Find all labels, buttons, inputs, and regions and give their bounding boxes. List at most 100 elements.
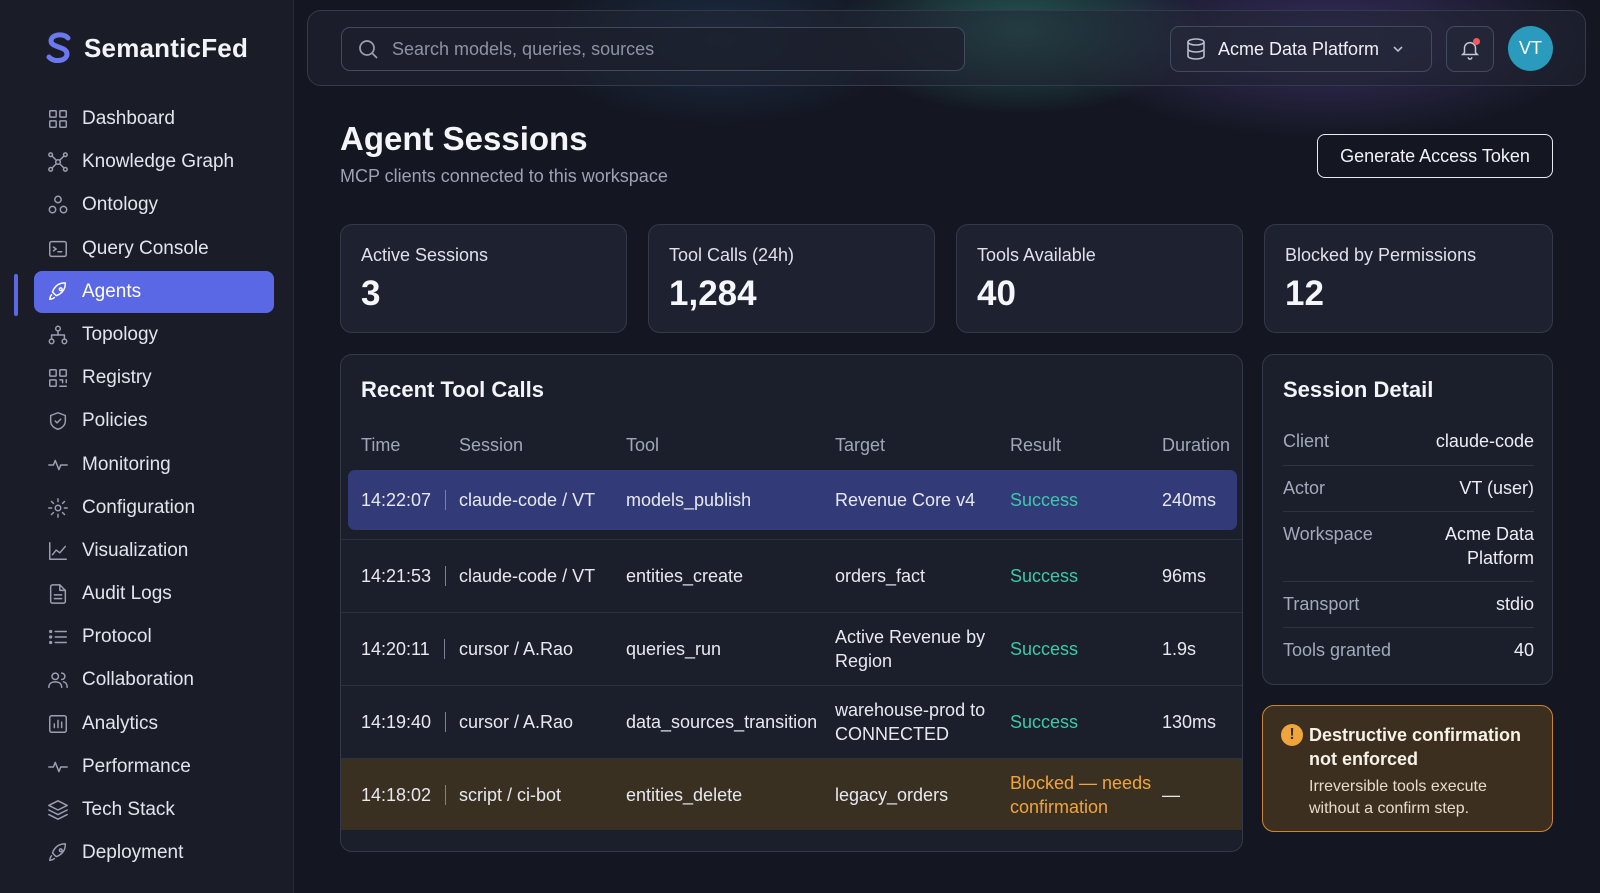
sidebar-item-label: Tech Stack [82, 799, 175, 820]
table-header: Time Session Tool Target Result Duration [341, 417, 1242, 469]
sidebar-item-policies[interactable]: Policies [34, 400, 274, 442]
detail-value: VT (user) [1459, 478, 1534, 498]
stat-value: 40 [977, 274, 1016, 313]
detail-key: Actor [1283, 478, 1326, 498]
sidebar-item-knowledge-graph[interactable]: Knowledge Graph [34, 141, 274, 183]
grid-icon [49, 110, 67, 128]
bar-chart-icon [49, 714, 67, 733]
column-header-duration[interactable]: Duration [1162, 435, 1230, 456]
detail-key: Workspace [1283, 524, 1373, 544]
table-row[interactable]: 14:20:11 cursor / A.Rao queries_run Acti… [341, 612, 1242, 684]
cell-duration: 130ms [1162, 712, 1217, 732]
topbar: Acme Data Platform VT [307, 10, 1586, 86]
sidebar-item-label: Deployment [82, 842, 184, 864]
sidebar-item-registry[interactable]: Registry [34, 357, 274, 399]
column-header-time[interactable]: Time [361, 435, 400, 456]
detail-value: claude-code [1435, 431, 1534, 451]
topology-icon [48, 325, 68, 345]
table-row[interactable]: 14:21:53 claude-code / VT entities_creat… [341, 539, 1242, 611]
workspace-selector[interactable]: Acme Data Platform [1170, 26, 1432, 72]
layers-icon [48, 800, 68, 820]
graph-icon [48, 152, 68, 173]
stat-value: 3 [361, 274, 381, 313]
notifications-button[interactable] [1446, 26, 1494, 72]
column-header-result[interactable]: Result [1010, 435, 1061, 456]
cell-result: Success [1010, 639, 1079, 659]
generate-access-token-button[interactable]: Generate Access Token [1317, 134, 1553, 178]
sidebar-item-label: Visualization [82, 539, 189, 561]
shield-check-icon [49, 412, 67, 431]
sidebar-item-deployment[interactable]: Deployment [34, 832, 274, 874]
stat-label: Tools Available [977, 245, 1096, 265]
cell-time: 14:22:07 [361, 490, 447, 510]
column-header-tool[interactable]: Tool [626, 435, 659, 456]
cell-duration: 240ms [1162, 490, 1217, 510]
sidebar-item-label: Collaboration [82, 669, 194, 691]
sidebar-item-label: Dashboard [82, 108, 175, 129]
panel-title: Recent Tool Calls [361, 377, 544, 402]
sidebar-item-tech-stack[interactable]: Tech Stack [34, 789, 274, 831]
sidebar-item-dashboard[interactable]: Dashboard [34, 98, 274, 140]
sidebar-item-monitoring[interactable]: Monitoring [34, 444, 274, 486]
sidebar-item-agents[interactable]: Agents [34, 270, 274, 313]
brand-logo-icon [46, 32, 71, 64]
cell-session: claude-code / VT [459, 490, 596, 510]
stat-value: 12 [1285, 274, 1324, 313]
sidebar-item-query-console[interactable]: Query Console [34, 228, 274, 270]
cell-target: legacy_orders [835, 785, 949, 805]
cell-tool: queries_run [626, 639, 722, 659]
page-title: Agent Sessions [340, 120, 588, 157]
sidebar-item-performance[interactable]: Performance [34, 746, 274, 788]
search-input[interactable] [392, 38, 932, 60]
sidebar-item-label: Analytics [82, 712, 159, 734]
cell-target: warehouse-prod to CONNECTED [835, 700, 986, 744]
registry-icon [49, 369, 67, 388]
sidebar-item-label: Performance [82, 755, 191, 777]
cell-tool: entities_delete [626, 785, 743, 805]
sidebar-item-label: Configuration [82, 496, 196, 518]
sidebar-item-visualization[interactable]: Visualization [34, 530, 274, 572]
detail-row-transport: Transport stdio [1283, 581, 1534, 627]
sidebar-item-collaboration[interactable]: Collaboration [34, 659, 274, 701]
table-row[interactable]: 14:19:40 cursor / A.Rao data_sources_tra… [341, 685, 1242, 757]
brand[interactable]: SemanticFed [46, 30, 248, 66]
avatar[interactable]: VT [1508, 26, 1553, 71]
sidebar-item-label: Agents [82, 280, 142, 302]
sidebar-item-topology[interactable]: Topology [34, 314, 274, 356]
users-icon [48, 672, 68, 689]
sidebar-item-analytics[interactable]: Analytics [34, 703, 274, 745]
detail-row-workspace: Workspace Acme Data Platform [1283, 511, 1534, 581]
sidebar-item-label: Topology [82, 323, 159, 345]
sidebar-item-label: Protocol [82, 626, 152, 648]
session-detail-panel: Session Detail Client claude-code Actor … [1262, 354, 1553, 685]
sidebar-item-label: Knowledge Graph [82, 151, 235, 173]
detail-key: Client [1283, 431, 1330, 451]
search-box[interactable] [341, 27, 965, 71]
sidebar: SemanticFed Dashboard Knowledge Graph On… [0, 0, 294, 893]
column-header-target[interactable]: Target [835, 435, 885, 456]
sidebar-item-ontology[interactable]: Ontology [34, 184, 274, 226]
sidebar-item-label: Policies [82, 410, 148, 432]
sidebar-item-configuration[interactable]: Configuration [34, 487, 274, 529]
file-text-icon [49, 584, 67, 604]
column-header-session[interactable]: Session [459, 435, 523, 456]
sidebar-item-audit-logs[interactable]: Audit Logs [34, 573, 274, 615]
cell-time: 14:20:11 [361, 639, 445, 659]
table-row[interactable]: 14:22:07 claude-code / VT models_publish… [341, 469, 1242, 541]
sidebar-item-label: Monitoring [82, 453, 171, 475]
ontology-icon [48, 195, 68, 214]
sidebar-item-label: Audit Logs [82, 583, 172, 605]
cell-target: Revenue Core v4 [835, 490, 976, 510]
notification-dot [1473, 38, 1480, 45]
cell-session: claude-code / VT [459, 566, 596, 586]
sidebar-item-label: Ontology [82, 194, 159, 216]
cell-time: 14:18:02 [361, 785, 447, 805]
table-row-blocked[interactable]: 14:18:02 script / ci-bot entities_delete… [341, 758, 1242, 830]
cell-time: 14:19:40 [361, 712, 447, 732]
sidebar-item-label: Registry [82, 367, 152, 389]
active-indicator [14, 274, 18, 316]
cell-tool: data_sources_transition [626, 712, 818, 732]
destructive-confirmation-alert: ! Destructive confirmation not enforced … [1262, 705, 1553, 832]
stat-label: Active Sessions [361, 245, 489, 265]
sidebar-item-protocol[interactable]: Protocol [34, 616, 274, 658]
